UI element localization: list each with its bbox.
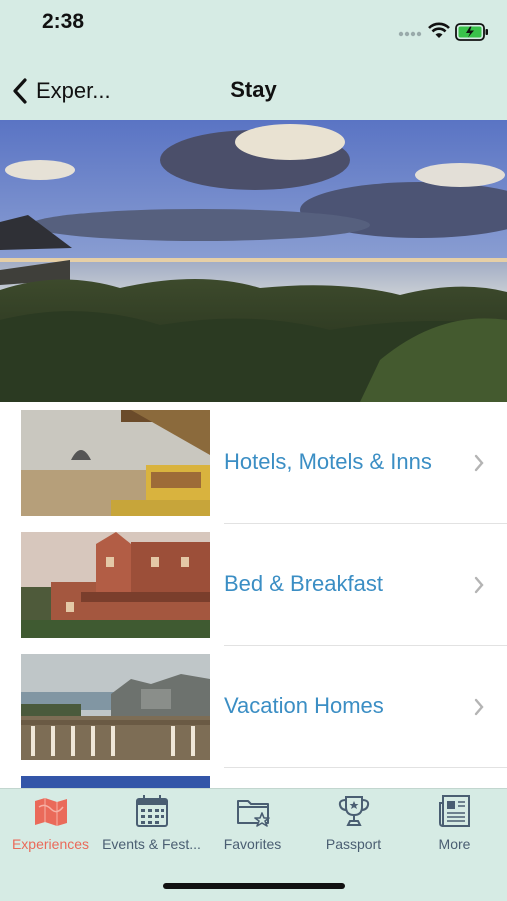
tab-label: More — [438, 836, 471, 852]
tab-experiences[interactable]: Experiences — [0, 789, 101, 859]
tab-more[interactable]: More — [404, 789, 505, 859]
navigation-bar: Exper... Stay — [0, 60, 507, 121]
list-item-label: Hotels, Motels & Inns — [224, 449, 432, 474]
coast-landscape-image — [0, 120, 507, 402]
newspaper-icon — [439, 795, 470, 827]
list-item-label: Bed & Breakfast — [224, 571, 383, 596]
chevron-right-icon — [474, 698, 484, 716]
list-item-partial[interactable] — [0, 768, 507, 788]
trophy-icon — [338, 796, 370, 826]
partial-thumbnail — [21, 776, 210, 788]
tab-label: Passport — [325, 836, 382, 852]
list-item-bed-breakfast[interactable]: Bed & Breakfast — [0, 524, 507, 646]
list-item-vacation-homes[interactable]: Vacation Homes — [0, 646, 507, 768]
page-title: Stay — [230, 77, 277, 102]
calendar-icon — [136, 795, 168, 827]
wifi-icon — [428, 22, 450, 38]
signal-icon — [398, 31, 422, 37]
hero-image — [0, 120, 507, 402]
tab-label: Experiences — [11, 836, 90, 852]
battery-icon — [455, 23, 488, 41]
chevron-right-icon — [474, 454, 484, 472]
hotels-thumbnail — [21, 410, 210, 516]
stay-category-list: Hotels, Motels & Inns Bed & Breakfast Va… — [0, 402, 507, 788]
status-bar: 2:38 — [0, 0, 507, 60]
tab-label: Favorites — [223, 836, 282, 852]
tab-favorites[interactable]: Favorites — [202, 789, 303, 859]
tab-passport[interactable]: Passport — [303, 789, 404, 859]
tab-events[interactable]: Events & Fest... — [101, 789, 202, 859]
map-icon — [35, 798, 67, 826]
status-time: 2:38 — [42, 10, 85, 33]
home-indicator[interactable] — [163, 883, 345, 889]
vacation-homes-thumbnail — [21, 654, 210, 760]
bed-breakfast-thumbnail — [21, 532, 210, 638]
list-item-hotels[interactable]: Hotels, Motels & Inns — [0, 402, 507, 524]
list-item-label: Vacation Homes — [224, 693, 384, 718]
star-folder-icon — [237, 800, 270, 827]
chevron-right-icon — [474, 576, 484, 594]
tab-label: Events & Fest... — [102, 836, 201, 852]
